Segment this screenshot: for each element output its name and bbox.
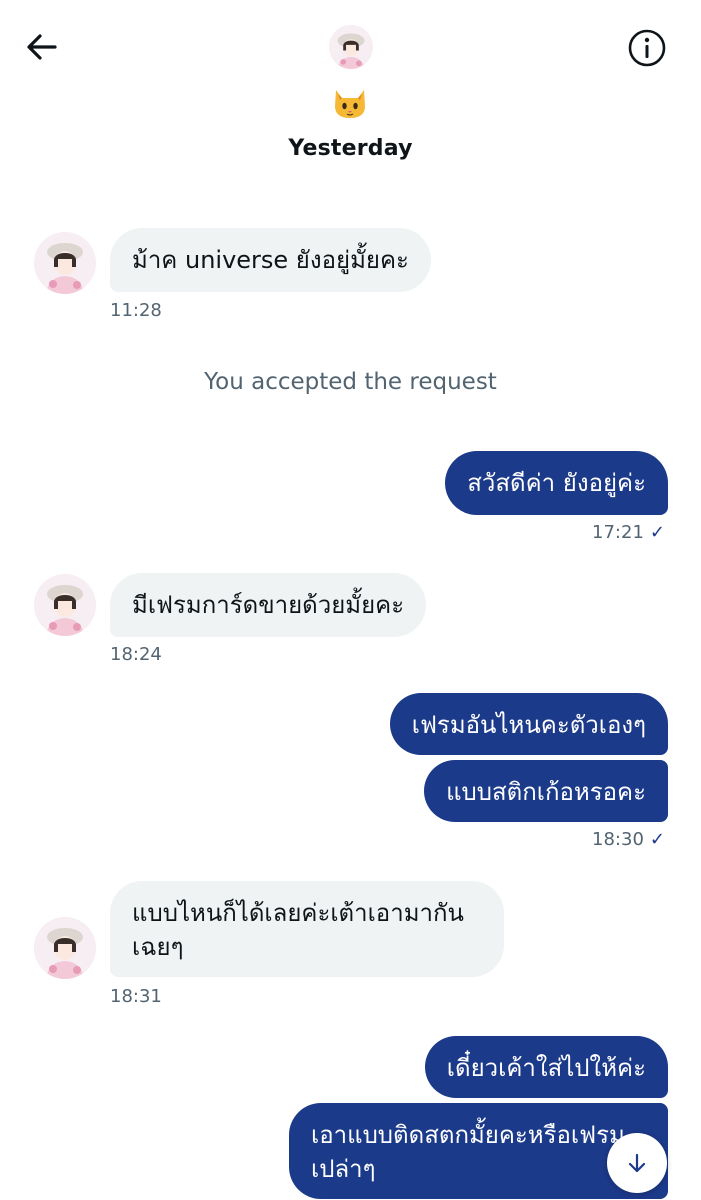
arrow-left-icon [27,34,57,60]
avatar-illustration [34,232,96,294]
message-bubble-outgoing[interactable]: แบบสติกเก้อหรอคะ [424,760,668,822]
date-divider: Yesterday [288,136,413,161]
timestamp-text: 18:30 [592,829,644,850]
conversation-info-button[interactable] [626,27,668,69]
avatar-illustration [34,574,96,636]
message-timestamp: 17:21 ✓ [592,522,665,543]
message-bubble-incoming[interactable]: แบบไหนก็ได้เลยค่ะเต้าเอามากันเฉยๆ [110,881,504,977]
back-button[interactable] [22,28,62,68]
read-check-icon: ✓ [649,829,665,850]
timestamp-text: 17:21 [592,522,644,543]
message-bubble-incoming[interactable]: ม้าค universe ยังอยู่มั้ยคะ [110,228,431,292]
message-timestamp: 11:28 [110,300,162,321]
message-timestamp: 18:24 [110,644,162,665]
contact-avatar[interactable] [329,25,373,69]
sender-avatar[interactable] [34,917,96,979]
system-message: You accepted the request [204,369,497,395]
avatar-illustration [329,25,373,69]
cat-emoji [330,82,370,122]
message-bubble-outgoing[interactable]: เดี๋ยวเค้าใส่ไปให้ค่ะ [424,1036,668,1098]
message-bubble-outgoing[interactable]: สวัสดีค่า ยังอยู่ค่ะ [445,451,668,515]
arrow-down-icon [628,1153,646,1173]
scroll-to-bottom-button[interactable] [607,1133,667,1193]
conversation-header: Yesterday [0,0,701,190]
cat-face-icon [335,90,365,118]
message-bubble-incoming[interactable]: มีเฟรมการ์ดขายด้วยมั้ยคะ [110,573,427,637]
message-timestamp: 18:30 ✓ [592,829,665,850]
info-circle-icon [628,29,666,67]
sender-avatar[interactable] [34,232,96,294]
message-timestamp: 18:31 [110,986,162,1007]
sender-avatar[interactable] [34,574,96,636]
message-bubble-outgoing[interactable]: เฟรมอันไหนคะตัวเองๆ [389,693,668,755]
read-check-icon: ✓ [649,522,665,543]
avatar-illustration [34,917,96,979]
